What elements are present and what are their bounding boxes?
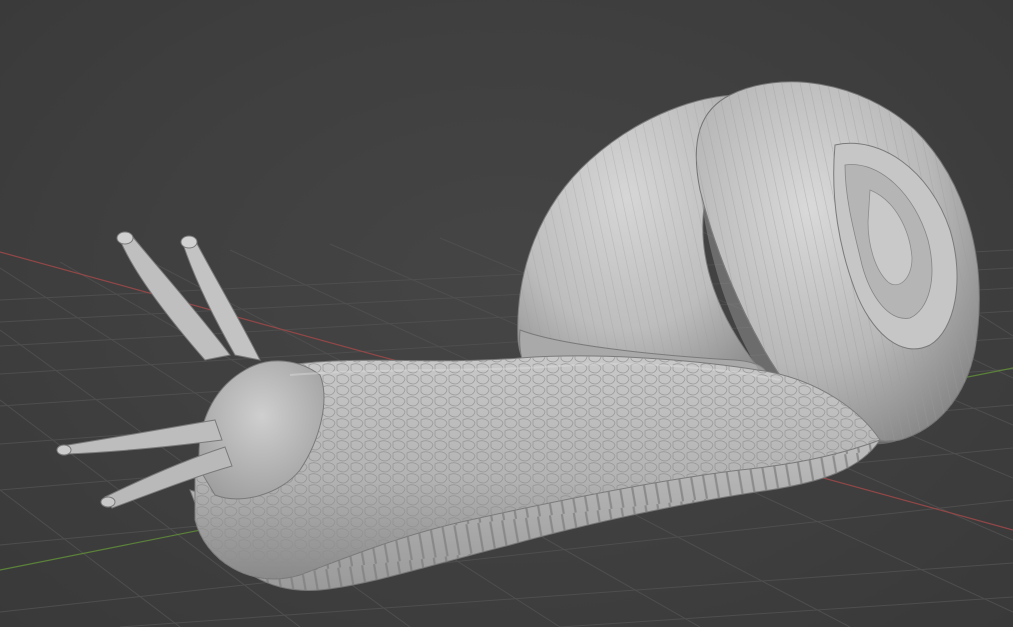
eye-tip-right (180, 235, 198, 249)
snail-sculpt-mesh[interactable] (56, 81, 980, 600)
3d-viewport[interactable] (0, 0, 1013, 627)
eye-tip-left (116, 231, 134, 245)
lower-tentacle-tip-right (100, 496, 116, 508)
viewport-canvas[interactable] (0, 0, 1013, 627)
lower-tentacle-tip-left (56, 444, 72, 456)
lower-tentacle-left[interactable] (61, 419, 223, 455)
